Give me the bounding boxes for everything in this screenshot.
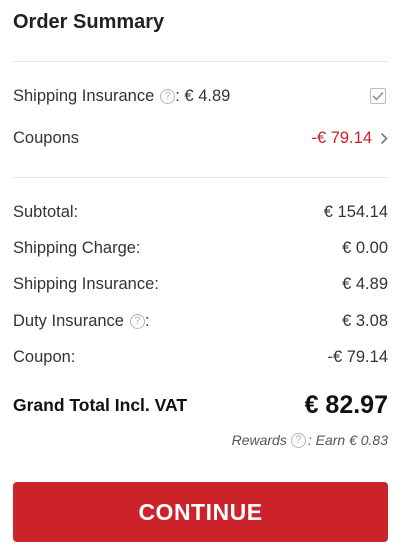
- shipping-insurance-row: Shipping Insurance: € 4.89: [13, 273, 388, 295]
- shipping-insurance-label: Shipping Insurance:: [13, 274, 159, 293]
- help-icon[interactable]: ?: [160, 88, 176, 104]
- subtotal-row: Subtotal: € 154.14: [13, 201, 388, 223]
- shipping-charge-value: € 0.00: [342, 238, 388, 257]
- coupons-label: Coupons: [13, 128, 80, 147]
- coupons-row[interactable]: Coupons -€ 79.14: [13, 127, 388, 149]
- coupons-value: -€ 79.14: [311, 128, 372, 147]
- shipping-charge-row: Shipping Charge: € 0.00: [13, 237, 388, 259]
- rewards-line: Rewards ? : Earn € 0.83: [232, 432, 388, 448]
- shipping-insurance-option-label: Shipping Insurance: [13, 86, 155, 105]
- coupon-label: Coupon:: [13, 347, 76, 366]
- coupon-row: Coupon: -€ 79.14: [13, 346, 388, 368]
- shipping-insurance-option[interactable]: Shipping Insurance ? : € 4.89: [13, 85, 388, 107]
- shipping-insurance-option-price: : € 4.89: [175, 86, 231, 105]
- duty-insurance-suffix: :: [144, 311, 150, 330]
- duty-insurance-label: Duty Insurance: [13, 311, 124, 330]
- subtotal-value: € 154.14: [323, 202, 388, 221]
- shipping-insurance-option-label-group: Shipping Insurance ? : € 4.89: [13, 87, 230, 106]
- continue-button[interactable]: CONTINUE: [13, 482, 388, 542]
- grand-total-label: Grand Total Incl. VAT: [13, 394, 188, 415]
- shipping-insurance-checkbox[interactable]: [370, 88, 386, 104]
- rewards-label: Rewards: [231, 432, 287, 448]
- divider: [13, 61, 388, 62]
- coupon-value: -€ 79.14: [327, 347, 388, 366]
- checkmark-icon: [372, 91, 384, 101]
- grand-total-row: Grand Total Incl. VAT € 82.97: [13, 390, 388, 420]
- coupons-value-group: -€ 79.14: [311, 129, 388, 148]
- chevron-right-icon[interactable]: [380, 132, 388, 145]
- grand-total-value: € 82.97: [304, 390, 388, 419]
- subtotal-label: Subtotal:: [13, 202, 79, 221]
- page-title: Order Summary: [13, 11, 165, 33]
- duty-insurance-label-group: Duty Insurance ? :: [13, 312, 150, 331]
- help-icon[interactable]: ?: [290, 432, 306, 448]
- duty-insurance-value: € 3.08: [342, 311, 388, 330]
- rewards-earn-text: : Earn € 0.83: [307, 432, 388, 448]
- divider: [13, 177, 388, 178]
- help-icon[interactable]: ?: [129, 313, 145, 329]
- shipping-insurance-value: € 4.89: [342, 274, 388, 293]
- duty-insurance-row: Duty Insurance ? : € 3.08: [13, 310, 388, 332]
- shipping-charge-label: Shipping Charge:: [13, 238, 141, 257]
